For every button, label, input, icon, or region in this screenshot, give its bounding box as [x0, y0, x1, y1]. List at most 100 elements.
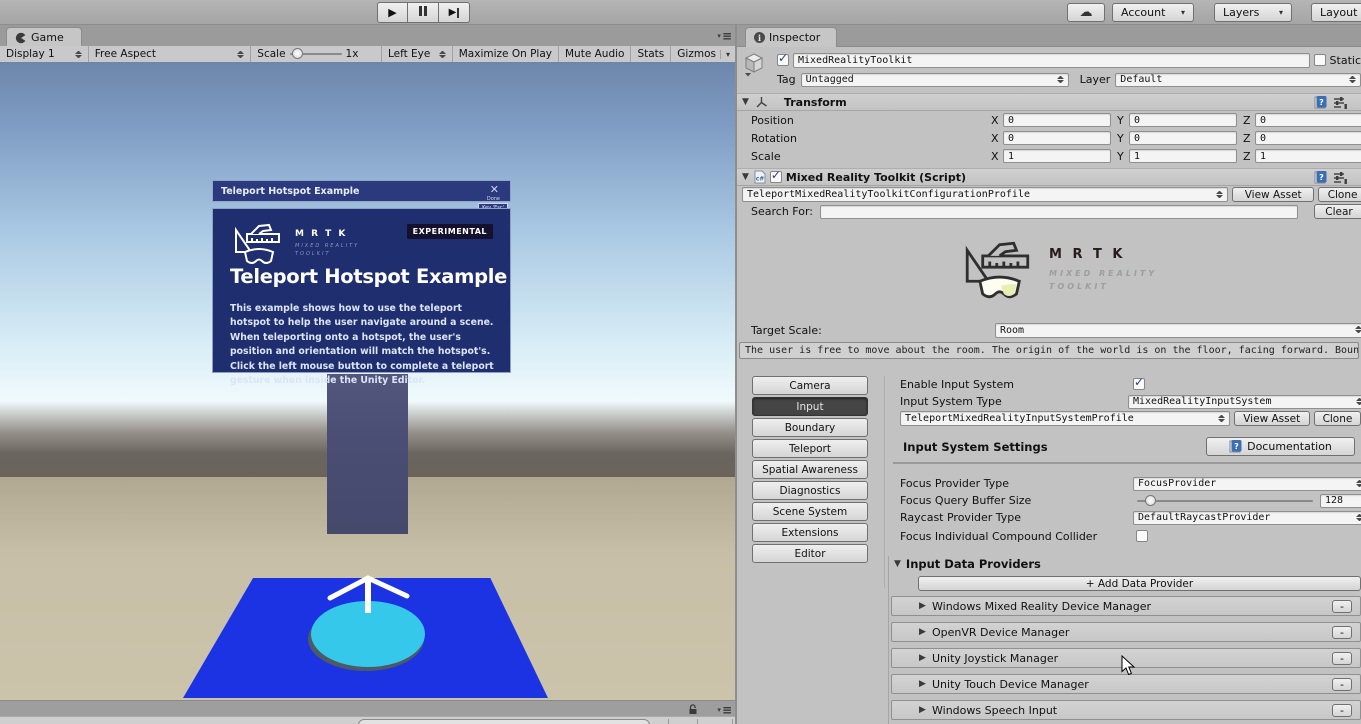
gameobject-name-field[interactable]: MixedRealityToolkit — [793, 53, 1310, 68]
focus-provider-label: Focus Provider Type — [900, 477, 1009, 490]
input-profile-dropdown[interactable]: TeleportMixedRealityInputSystemProfile — [900, 411, 1230, 426]
value-x-field[interactable]: 1 — [1003, 149, 1111, 163]
view-asset-button[interactable]: View Asset — [1232, 187, 1314, 202]
static-checkbox[interactable]: ✓ — [1314, 54, 1326, 66]
dialog-body: M R T K MIXED REALITY TOOLKIT EXPERIMENT… — [212, 208, 511, 373]
clone-button[interactable]: Clone — [1314, 411, 1361, 426]
script-enabled-checkbox[interactable]: ✓ — [770, 171, 782, 183]
mini-button[interactable] — [704, 719, 733, 724]
tab-game[interactable]: Game — [6, 27, 82, 47]
nav-button[interactable]: Extensions — [752, 523, 868, 542]
raycast-provider-dropdown[interactable]: DefaultRaycastProvider — [1133, 511, 1361, 525]
panel-menu-icon[interactable]: ▾≡ — [717, 703, 731, 717]
foldout-closed-icon[interactable]: ▶ — [919, 627, 926, 637]
nav-button[interactable]: Boundary — [752, 418, 868, 437]
documentation-button[interactable]: ? Documentation — [1206, 437, 1355, 456]
tab-inspector[interactable]: i Inspector — [745, 27, 837, 47]
active-checkbox[interactable]: ✓ — [777, 54, 789, 66]
foldout-icon[interactable]: ▼ — [742, 172, 749, 182]
help-book-icon[interactable]: ? — [1314, 171, 1327, 184]
foldout-icon[interactable]: ▼ — [894, 559, 901, 569]
buffer-size-field[interactable]: 128 — [1320, 494, 1361, 508]
close-icon[interactable]: ✕ — [490, 183, 499, 196]
stats-toggle[interactable]: Stats — [631, 46, 671, 62]
remove-provider-button[interactable]: - — [1332, 600, 1352, 613]
lock-icon[interactable] — [688, 704, 698, 715]
cube-icon[interactable] — [743, 53, 765, 77]
focus-provider-dropdown[interactable]: FocusProvider — [1133, 477, 1361, 491]
mute-audio-toggle[interactable]: Mute Audio — [559, 46, 631, 62]
tag-dropdown[interactable]: Untagged — [801, 73, 1069, 87]
foldout-closed-icon[interactable]: ▶ — [919, 601, 926, 611]
value-z-field[interactable]: 1 — [1255, 149, 1361, 163]
pause-button[interactable] — [408, 2, 439, 23]
providers-header[interactable]: ▼ Input Data Providers — [891, 556, 1361, 572]
provider-row[interactable]: ▶ Windows Speech Input - — [891, 700, 1361, 720]
providers-title: Input Data Providers — [906, 557, 1041, 571]
foldout-closed-icon[interactable]: ▶ — [919, 705, 926, 715]
mini-button[interactable] — [668, 719, 698, 724]
preset-icon[interactable] — [1333, 96, 1347, 109]
remove-provider-button[interactable]: - — [1332, 678, 1352, 691]
nav-button[interactable]: Camera — [752, 376, 868, 395]
compound-collider-checkbox[interactable]: ✓ — [1136, 530, 1148, 542]
search-input[interactable] — [358, 719, 650, 724]
buffer-size-slider[interactable] — [1137, 500, 1313, 502]
search-for-input[interactable] — [820, 205, 1298, 219]
preset-icon[interactable] — [1333, 171, 1347, 184]
cloud-collab-button[interactable]: ☁ — [1067, 3, 1105, 22]
input-type-dropdown[interactable]: MixedRealityInputSystem — [1128, 395, 1361, 409]
inspector-tab-label: Inspector — [769, 31, 820, 44]
experimental-badge: EXPERIMENTAL — [407, 224, 493, 239]
value-x-field[interactable]: 0 — [1003, 131, 1111, 145]
value-z-field[interactable]: 0 — [1255, 131, 1361, 145]
nav-button[interactable]: Diagnostics — [752, 481, 868, 500]
target-scale-dropdown[interactable]: Room — [995, 323, 1361, 338]
panel-menu-icon[interactable]: ▾≡ — [717, 29, 731, 43]
enable-input-checkbox[interactable]: ✓ — [1133, 378, 1145, 390]
game-viewport[interactable]: Teleport Hotspot Example ✕ Done Key 'Esc… — [0, 62, 736, 700]
maximize-on-play-toggle[interactable]: Maximize On Play — [453, 46, 559, 62]
play-button[interactable]: ▶ — [377, 2, 408, 23]
nav-button[interactable]: Spatial Awareness — [752, 460, 868, 479]
help-book-icon[interactable]: ? — [1314, 96, 1327, 109]
scale-value: 1x — [346, 48, 359, 60]
foldout-closed-icon[interactable]: ▶ — [919, 653, 926, 663]
foldout-closed-icon[interactable]: ▶ — [919, 679, 926, 689]
toolkit-profile-dropdown[interactable]: TeleportMixedRealityToolkitConfiguration… — [742, 187, 1228, 202]
transform-header[interactable]: ▼ Transform ? — [737, 93, 1361, 111]
provider-row[interactable]: ▶ Unity Touch Device Manager - — [891, 674, 1361, 694]
gizmos-dropdown[interactable]: Gizmos ▾ — [671, 46, 736, 62]
nav-button[interactable]: Editor — [752, 544, 868, 563]
account-dropdown[interactable]: Account ▾ — [1112, 3, 1194, 22]
dialog-titlebar: Teleport Hotspot Example ✕ Done Key 'Esc… — [212, 180, 511, 202]
dropdown-arrows-icon — [439, 51, 446, 58]
remove-provider-button[interactable]: - — [1332, 704, 1352, 717]
value-x-field[interactable]: 0 — [1003, 113, 1111, 127]
layer-dropdown[interactable]: Default — [1115, 73, 1361, 87]
provider-row[interactable]: ▶ Windows Mixed Reality Device Manager - — [891, 596, 1361, 616]
aspect-dropdown[interactable]: Free Aspect — [89, 46, 252, 62]
script-header[interactable]: ▼ c# ✓ Mixed Reality Toolkit (Script) ? — [737, 168, 1361, 186]
clear-button[interactable]: Clear — [1314, 204, 1361, 219]
layers-dropdown[interactable]: Layers ▾ — [1214, 3, 1292, 22]
foldout-icon[interactable]: ▼ — [742, 97, 749, 107]
display-dropdown[interactable]: Display 1 — [0, 46, 89, 62]
remove-provider-button[interactable]: - — [1332, 626, 1352, 639]
eye-dropdown[interactable]: Left Eye — [382, 46, 453, 62]
value-y-field[interactable]: 0 — [1129, 131, 1237, 145]
nav-button[interactable]: Input — [752, 397, 868, 416]
step-button[interactable]: ▶ — [439, 2, 470, 23]
value-z-field[interactable]: 0 — [1255, 113, 1361, 127]
add-data-provider-button[interactable]: + Add Data Provider — [918, 576, 1361, 591]
layout-dropdown[interactable]: Layout — [1311, 3, 1361, 22]
view-asset-button[interactable]: View Asset — [1234, 411, 1310, 426]
nav-button[interactable]: Scene System — [752, 502, 868, 521]
clone-button[interactable]: Clone — [1318, 187, 1361, 202]
scale-slider[interactable] — [290, 53, 342, 55]
nav-button[interactable]: Teleport — [752, 439, 868, 458]
value-y-field[interactable]: 0 — [1129, 113, 1237, 127]
remove-provider-button[interactable]: - — [1332, 652, 1352, 665]
provider-row[interactable]: ▶ OpenVR Device Manager - — [891, 622, 1361, 642]
value-y-field[interactable]: 1 — [1129, 149, 1237, 163]
